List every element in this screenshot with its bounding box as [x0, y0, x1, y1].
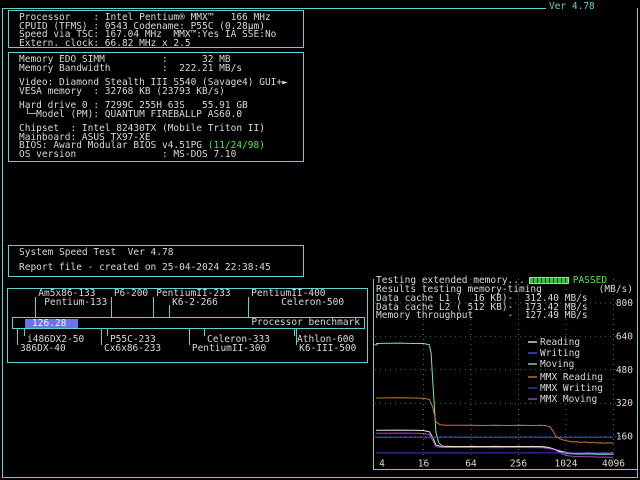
memory-chart: 160 320 480 640 800 4 16 64 256 1024 4096 ReadingWr… [373, 276, 637, 471]
svg-text:480: 480 [616, 365, 633, 376]
benchmark-tick [111, 297, 112, 317]
benchmark-scale: 126.28 Processor benchmark [12, 317, 365, 329]
svg-text:MMX Writing: MMX Writing [540, 383, 603, 394]
svg-text:Writing: Writing [540, 348, 580, 359]
svg-text:MMX Reading: MMX Reading [540, 372, 603, 383]
benchmark-tick [24, 329, 25, 336]
units-label: (MB/s) [599, 286, 633, 295]
benchmark-tick [296, 329, 297, 345]
report-info-box: System Speed Test Ver 4.78 Report file - … [8, 245, 304, 277]
benchmark-tick [107, 329, 108, 336]
svg-text:320: 320 [616, 398, 633, 409]
svg-text:4: 4 [379, 459, 385, 470]
cpu-info-box: Processor : Intel Pentium® MMX™ 166 MHzC… [8, 10, 304, 48]
svg-text:Moving: Moving [540, 359, 574, 370]
svg-text:256: 256 [510, 459, 527, 470]
frame-top-line [2, 8, 546, 9]
frame-right-line [637, 8, 638, 478]
benchmark-cpu-label: PentiumII-300 [192, 345, 266, 354]
svg-text:640: 640 [616, 331, 633, 342]
benchmark-panel: 126.28 Processor benchmark Am5x86-133P6-… [7, 288, 368, 363]
info-line: System Speed Test Ver 4.78 [19, 249, 303, 258]
benchmark-cpu-label: Pentium-133 [44, 299, 107, 308]
benchmark-tick [153, 297, 154, 317]
benchmark-cpu-label: Cx6x86-233 [104, 345, 161, 354]
benchmark-cpu-label: K6-III-500 [299, 345, 356, 354]
throughput-line: Memory throughput - 127.49 MB/s [376, 312, 588, 321]
benchmark-title: Processor benchmark [251, 319, 360, 328]
svg-text:Reading: Reading [540, 337, 580, 348]
frame-bottom-line [2, 477, 638, 478]
benchmark-tick [248, 297, 249, 317]
info-line: OS version : MS-DOS 7.10 [19, 151, 303, 160]
benchmark-score-bar: 126.28 [25, 319, 78, 328]
benchmark-tick [189, 329, 190, 345]
benchmark-tick [101, 329, 102, 345]
svg-text:MMX Moving: MMX Moving [540, 394, 597, 405]
benchmark-cpu-label: K6-2-266 [172, 299, 218, 308]
benchmark-tick [35, 297, 36, 317]
system-info-box: Memory EDO SIMM : 32 MBMemory Bandwidth … [8, 52, 304, 162]
benchmark-tick [169, 305, 170, 317]
svg-text:4096: 4096 [602, 459, 625, 470]
progress-bar [529, 277, 569, 284]
svg-text:16: 16 [418, 459, 430, 470]
benchmark-cpu-label: Celeron-500 [281, 299, 344, 308]
svg-text:160: 160 [616, 432, 633, 443]
version-label: Ver 4.78 [549, 3, 595, 12]
svg-text:64: 64 [465, 459, 477, 470]
info-line: VESA memory : 32768 KB (23793 KB/s) [19, 88, 303, 97]
benchmark-tick [17, 329, 18, 345]
benchmark-tick [294, 329, 295, 336]
benchmark-cpu-label: P6-200 [114, 290, 148, 299]
info-line: Report file - created on 25-04-2024 22:3… [19, 264, 303, 273]
info-line: Extern. clock: 66.82 MHz x 2.5 [19, 40, 303, 49]
info-line: Memory Bandwidth : 222.21 MB/s [19, 65, 303, 74]
screen: Ver 4.78 Processor : Intel Pentium® MMX™… [0, 0, 640, 480]
svg-text:800: 800 [616, 298, 633, 309]
svg-text:1024: 1024 [555, 459, 578, 470]
benchmark-cpu-label: 386DX-40 [20, 345, 66, 354]
benchmark-tick [204, 329, 205, 336]
frame-left-line [2, 8, 3, 478]
info-line: └─Model (PM): QUANTUM FIREBALLP AS60.0 [19, 111, 303, 120]
